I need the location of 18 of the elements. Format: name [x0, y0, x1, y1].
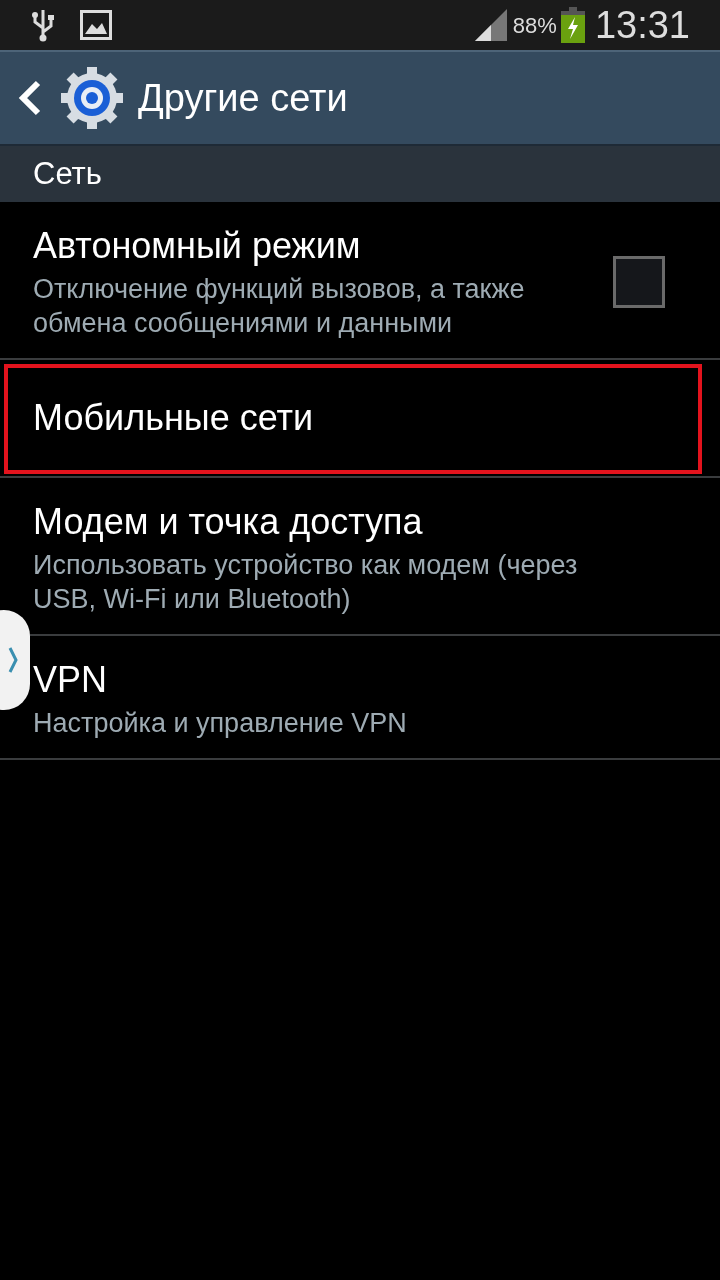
item-description: Использовать устройство как модем (через USB, Wi-Fi или Bluetooth)	[33, 549, 579, 616]
gear-icon	[60, 66, 124, 130]
battery-charging-icon	[560, 7, 585, 43]
item-title: Автономный режим	[33, 224, 362, 268]
item-description: Настройка и управление VPN	[33, 707, 408, 740]
clock: 13:31	[594, 2, 690, 48]
checkbox[interactable]	[613, 256, 665, 308]
screen-title: Другие сети	[138, 75, 348, 121]
item-title: Мобильные сети	[33, 396, 315, 440]
item-description: Отключение функций вызовов, а также обмена сообщениями и данными	[33, 273, 526, 340]
usb-icon	[30, 8, 56, 42]
battery-percent: 88%	[512, 11, 557, 40]
item-title: Модем и точка доступа	[33, 500, 424, 544]
back-icon[interactable]	[18, 80, 42, 116]
item-title: VPN	[33, 658, 109, 702]
signal-icon	[474, 9, 507, 41]
image-icon	[80, 10, 112, 40]
section-header: Сеть	[33, 154, 102, 193]
